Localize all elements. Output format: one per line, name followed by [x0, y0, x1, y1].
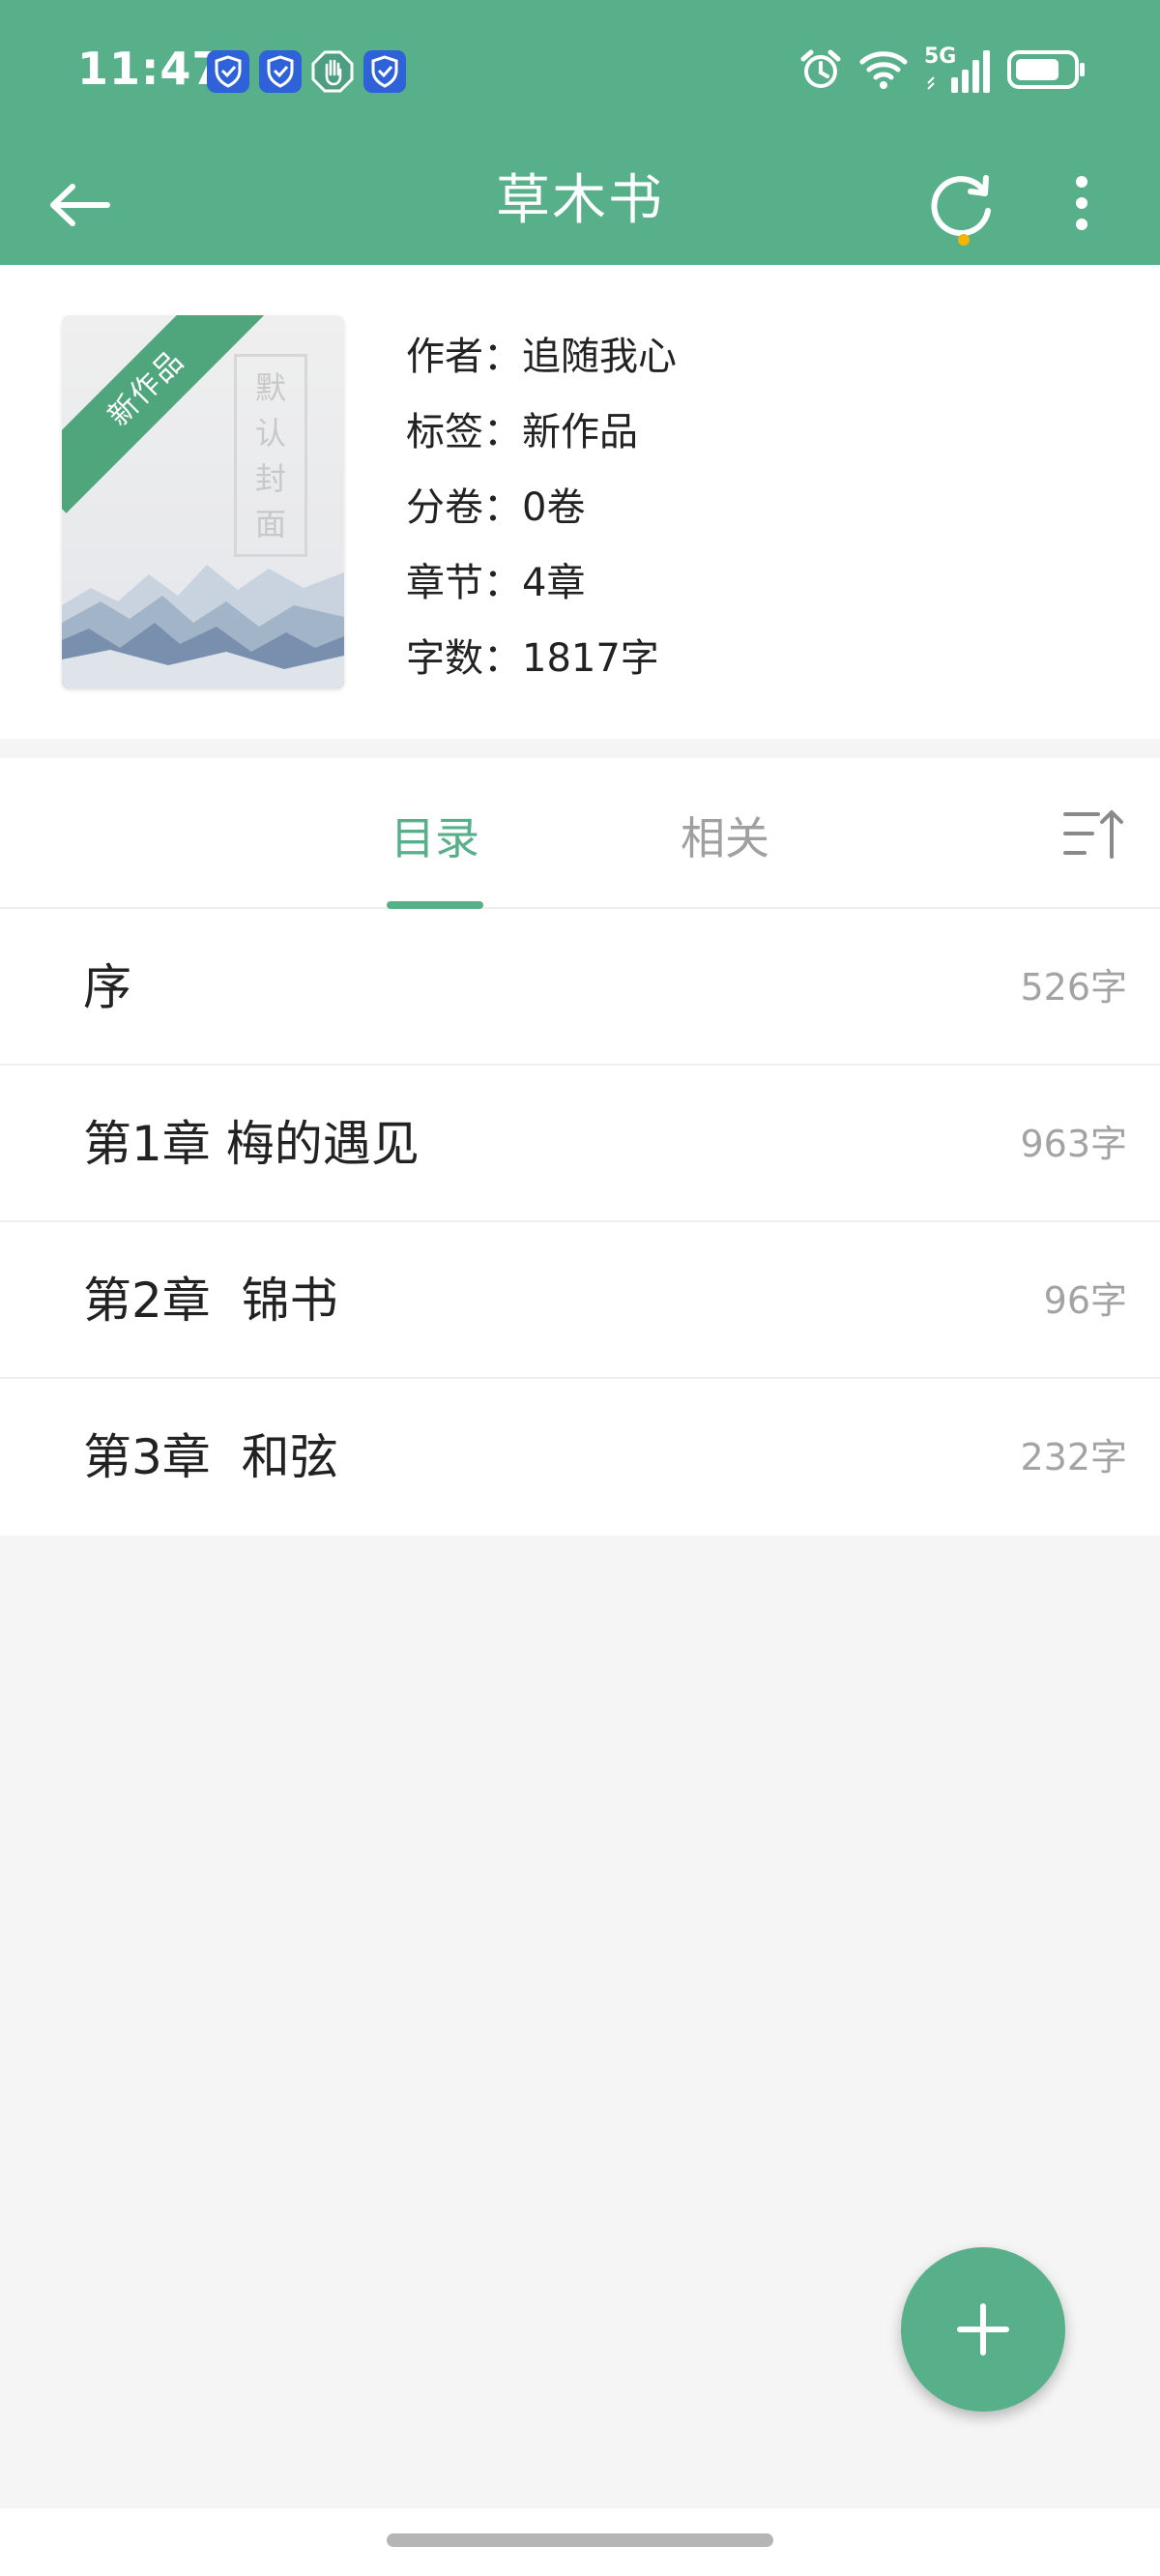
book-info-card: 默 认 封 面 新作品 作者：追随我心 标签：新作品 分卷：0卷 章节：4章 字…: [0, 265, 1160, 739]
chapter-word-count: 232字: [1020, 1436, 1127, 1478]
tab-bar: 目录 相关: [0, 758, 1160, 909]
hand-stop-icon: [311, 50, 354, 93]
chapter-list: 序 526字 第1章 梅的遇见 963字 第2章 锦书 96字 第3章 和弦 2…: [0, 909, 1160, 1536]
book-chapters: 章节：4章: [406, 561, 586, 605]
book-cover[interactable]: 默 认 封 面 新作品: [62, 315, 344, 688]
alarm-icon: [798, 47, 843, 96]
chapter-item[interactable]: 第3章 和弦 232字: [0, 1379, 1160, 1536]
chapter-word-count: 963字: [1020, 1123, 1127, 1165]
book-tags: 标签：新作品: [406, 410, 638, 454]
book-author: 作者：追随我心: [406, 335, 677, 379]
sort-button[interactable]: [1059, 801, 1127, 868]
shield-check-icon: [363, 50, 406, 93]
chapter-word-count: 96字: [1043, 1279, 1127, 1322]
top-bar: 11:47 5G 草木书: [0, 0, 1160, 265]
cover-title-box: 默 认 封 面: [234, 354, 307, 557]
sync-button[interactable]: [924, 162, 1001, 249]
tab-label: 相关: [681, 812, 769, 864]
battery-icon: [1007, 50, 1087, 93]
tab-contents[interactable]: 目录: [358, 758, 512, 909]
chapter-word-count: 526字: [1020, 966, 1127, 1009]
chapter-title: 第1章 梅的遇见: [83, 1116, 420, 1172]
book-details: 作者：追随我心 标签：新作品 分卷：0卷 章节：4章 字数：1817字: [406, 319, 677, 696]
tab-related[interactable]: 相关: [648, 758, 802, 909]
book-volumes: 分卷：0卷: [406, 485, 586, 530]
chapter-title: 第2章 锦书: [83, 1273, 338, 1329]
cover-title-char: 封: [254, 459, 286, 497]
status-bar: 11:47 5G: [0, 0, 1160, 143]
sort-ascending-icon: [1063, 810, 1123, 859]
cover-title-char: 面: [254, 505, 286, 542]
sync-badge-dot: [958, 234, 970, 246]
shield-check-icon: [207, 50, 249, 93]
plus-icon: [957, 2303, 1009, 2356]
chapter-item[interactable]: 第2章 锦书 96字: [0, 1222, 1160, 1379]
chapter-item[interactable]: 序 526字: [0, 909, 1160, 1066]
chapter-title: 序: [83, 959, 131, 1015]
signal-5g-icon: 5G: [924, 44, 992, 95]
status-time: 11:47: [77, 43, 224, 95]
wifi-icon: [858, 48, 909, 95]
chapter-item[interactable]: 第1章 梅的遇见 963字: [0, 1066, 1160, 1222]
tab-indicator: [387, 901, 483, 909]
home-indicator[interactable]: [387, 2533, 773, 2547]
chapter-title: 第3章 和弦: [83, 1429, 338, 1485]
sync-icon: [931, 175, 991, 246]
book-word-count: 字数：1817字: [406, 636, 659, 681]
add-chapter-button[interactable]: [901, 2247, 1065, 2412]
shield-check-icon: [259, 50, 302, 93]
tab-label: 目录: [391, 812, 479, 864]
cover-title-char: 认: [254, 414, 286, 452]
more-vertical-icon: [1076, 176, 1088, 230]
more-options-button[interactable]: [1052, 164, 1112, 242]
cover-title-char: 默: [254, 368, 286, 406]
app-bar: 草木书: [0, 143, 1160, 265]
status-right-icons: 5G: [798, 44, 1087, 97]
